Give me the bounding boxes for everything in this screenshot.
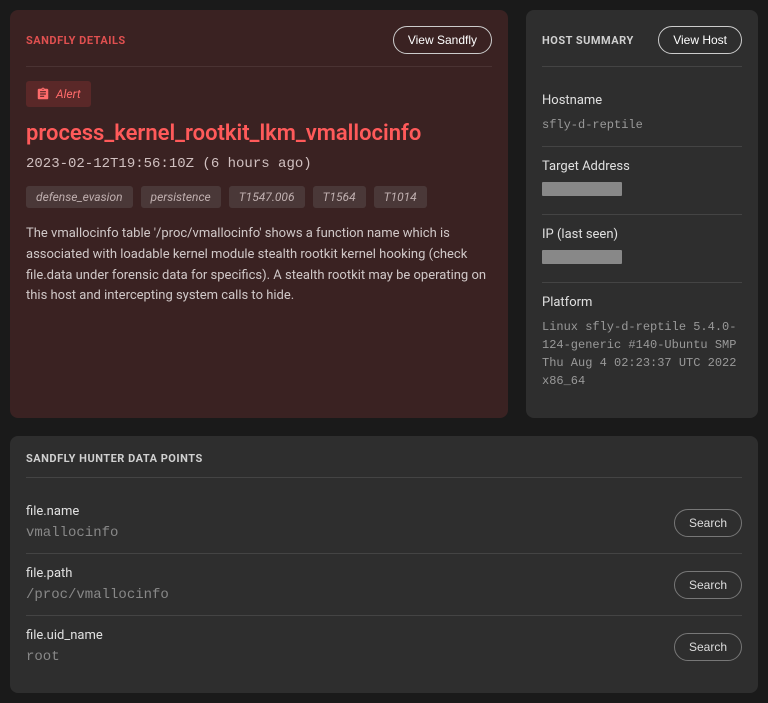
host-field: Platform Linux sfly-d-reptile 5.4.0-124-g… bbox=[542, 283, 742, 402]
tag[interactable]: defense_evasion bbox=[26, 186, 133, 208]
host-summary-panel: HOST SUMMARY View Host Hostname sfly-d-re… bbox=[526, 10, 758, 418]
hunter-panel: SANDFLY HUNTER DATA POINTS file.name vmal… bbox=[10, 436, 758, 693]
host-field-value: Linux sfly-d-reptile 5.4.0-124-generic #… bbox=[542, 318, 742, 390]
search-button[interactable]: Search bbox=[674, 571, 742, 599]
hunter-title: SANDFLY HUNTER DATA POINTS bbox=[26, 452, 203, 465]
host-field: Hostname sfly-d-reptile bbox=[542, 81, 742, 147]
host-field-label: Target Address bbox=[542, 159, 742, 174]
host-field-value bbox=[542, 250, 742, 270]
sandfly-details-header: SANDFLY DETAILS View Sandfly bbox=[26, 26, 492, 67]
host-field-value: sfly-d-reptile bbox=[542, 116, 742, 134]
host-summary-title: HOST SUMMARY bbox=[542, 34, 634, 47]
redacted-value bbox=[542, 250, 622, 264]
view-host-button[interactable]: View Host bbox=[658, 26, 742, 54]
host-field-label: Platform bbox=[542, 295, 742, 310]
timestamp: 2023-02-12T19:56:10Z (6 hours ago) bbox=[26, 156, 492, 172]
process-name: process_kernel_rootkit_lkm_vmallocinfo bbox=[26, 121, 492, 146]
tag[interactable]: T1014 bbox=[374, 186, 427, 208]
sandfly-details-title: SANDFLY DETAILS bbox=[26, 34, 126, 47]
sandfly-details-panel: SANDFLY DETAILS View Sandfly Alert proce… bbox=[10, 10, 508, 418]
data-point-value: root bbox=[26, 649, 662, 665]
data-point-row: file.name vmallocinfo Search bbox=[26, 492, 742, 554]
tag[interactable]: T1547.006 bbox=[229, 186, 305, 208]
host-field: IP (last seen) bbox=[542, 215, 742, 283]
data-point-row: file.uid_nameroot Search bbox=[26, 616, 742, 677]
data-point-key: file.path bbox=[26, 566, 662, 581]
view-sandfly-button[interactable]: View Sandfly bbox=[393, 26, 492, 54]
redacted-value bbox=[542, 182, 622, 196]
data-point-left: file.path/proc/vmallocinfo bbox=[26, 566, 662, 603]
host-field-value bbox=[542, 182, 742, 202]
host-field-label: IP (last seen) bbox=[542, 227, 742, 242]
search-button[interactable]: Search bbox=[674, 633, 742, 661]
data-point-value: /proc/vmallocinfo bbox=[26, 587, 662, 603]
tag[interactable]: T1564 bbox=[313, 186, 366, 208]
data-point-key: file.name bbox=[26, 504, 662, 519]
hunter-header: SANDFLY HUNTER DATA POINTS bbox=[26, 452, 742, 478]
tag[interactable]: persistence bbox=[141, 186, 221, 208]
search-button[interactable]: Search bbox=[674, 509, 742, 537]
tags-row: defense_evasion persistence T1547.006 T1564… bbox=[26, 186, 492, 208]
host-summary-header: HOST SUMMARY View Host bbox=[542, 26, 742, 67]
data-point-key: file.uid_name bbox=[26, 628, 662, 643]
alert-badge: Alert bbox=[26, 81, 91, 107]
description: The vmallocinfo table '/proc/vmallocinfo… bbox=[26, 224, 492, 307]
data-point-left: file.uid_nameroot bbox=[26, 628, 662, 665]
host-field: Target Address bbox=[542, 147, 742, 215]
alert-label: Alert bbox=[56, 87, 81, 101]
host-field-label: Hostname bbox=[542, 93, 742, 108]
data-point-left: file.name vmallocinfo bbox=[26, 504, 662, 541]
data-point-row: file.path/proc/vmallocinfo Search bbox=[26, 554, 742, 616]
data-point-value: vmallocinfo bbox=[26, 525, 662, 541]
clipboard-icon bbox=[36, 87, 50, 101]
